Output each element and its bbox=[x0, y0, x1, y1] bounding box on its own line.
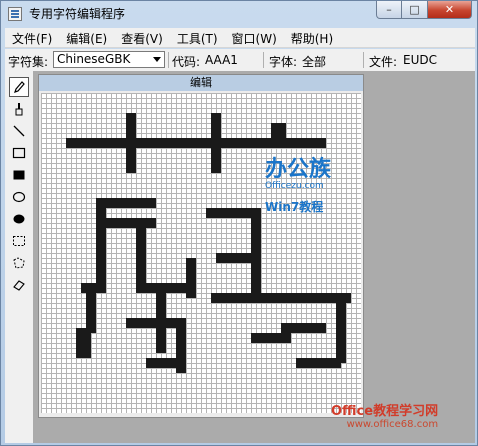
eraser-icon bbox=[13, 280, 25, 291]
freeform-select-icon bbox=[13, 257, 25, 269]
charset-label: 字符集: bbox=[8, 55, 49, 69]
file-value: EUDC bbox=[403, 53, 437, 67]
divider bbox=[363, 52, 364, 68]
brush-tool[interactable] bbox=[9, 99, 29, 119]
rectangular-select-tool[interactable] bbox=[9, 231, 29, 251]
watermark-footer-url: www.office68.com bbox=[346, 419, 439, 430]
code-label: 代码: bbox=[172, 55, 201, 69]
app-window: 专用字符编辑程序 – □ ✕ 文件(F) 编辑(E) 查看(V) 工具(T) 窗… bbox=[0, 0, 478, 446]
font-value: 全部 bbox=[302, 55, 327, 69]
menu-help[interactable]: 帮助(H) bbox=[284, 28, 340, 47]
menu-bar: 文件(F) 编辑(E) 查看(V) 工具(T) 窗口(W) 帮助(H) bbox=[5, 28, 475, 48]
client-area: 编辑 bbox=[5, 71, 475, 443]
glyph-pixels bbox=[66, 113, 351, 373]
divider bbox=[263, 52, 264, 68]
pencil-tool[interactable] bbox=[9, 77, 29, 97]
pencil-icon bbox=[14, 81, 25, 93]
glyph-edit-grid[interactable] bbox=[41, 93, 361, 413]
hollow-ellipse-tool[interactable] bbox=[9, 187, 29, 207]
file-label: 文件: bbox=[369, 55, 398, 69]
window-title: 专用字符编辑程序 bbox=[29, 7, 126, 21]
freeform-select-tool[interactable] bbox=[9, 253, 29, 273]
watermark-footer-text: Office教程学习网 bbox=[331, 404, 439, 419]
watermark-logo-sub: Officezu.com bbox=[265, 181, 324, 191]
menu-tools[interactable]: 工具(T) bbox=[170, 28, 225, 47]
maximize-button[interactable]: □ bbox=[402, 1, 428, 19]
title-bar[interactable]: 专用字符编辑程序 – □ ✕ bbox=[1, 1, 477, 27]
filled-ellipse-icon bbox=[13, 214, 25, 224]
menu-edit[interactable]: 编辑(E) bbox=[59, 28, 114, 47]
glyph-strokes bbox=[66, 113, 351, 373]
line-tool[interactable] bbox=[9, 121, 29, 141]
rectangular-select-icon bbox=[13, 236, 25, 246]
filled-rectangle-tool[interactable] bbox=[9, 165, 29, 185]
hollow-ellipse-icon bbox=[12, 191, 26, 203]
watermark-logo: 办公族 Officezu.com Win7教程 bbox=[265, 159, 331, 215]
edit-window-title[interactable]: 编辑 bbox=[39, 75, 363, 91]
charset-select[interactable]: ChineseGBK bbox=[53, 51, 165, 68]
watermark-footer: Office教程学习网 www.office68.com bbox=[331, 404, 438, 431]
caption-buttons: – □ ✕ bbox=[376, 1, 472, 20]
menu-file[interactable]: 文件(F) bbox=[5, 28, 59, 47]
charset-value: ChineseGBK bbox=[57, 52, 131, 66]
hollow-rectangle-tool[interactable] bbox=[9, 143, 29, 163]
line-icon bbox=[13, 125, 25, 137]
watermark-logo-sub2: Win7教程 bbox=[265, 200, 324, 214]
close-button[interactable]: ✕ bbox=[428, 1, 472, 19]
chevron-down-icon bbox=[153, 57, 161, 62]
eraser-tool[interactable] bbox=[9, 275, 29, 295]
minimize-button[interactable]: – bbox=[376, 1, 402, 19]
hollow-rectangle-icon bbox=[12, 147, 26, 159]
app-icon bbox=[8, 7, 22, 21]
divider bbox=[168, 52, 169, 68]
filled-rectangle-icon bbox=[13, 170, 25, 180]
brush-icon bbox=[15, 103, 23, 116]
toolbox bbox=[5, 71, 33, 443]
font-label: 字体: bbox=[269, 55, 298, 69]
watermark-logo-text: 办公族 bbox=[265, 157, 332, 182]
edit-window: 编辑 bbox=[38, 74, 364, 418]
menu-window[interactable]: 窗口(W) bbox=[225, 28, 284, 47]
filled-ellipse-tool[interactable] bbox=[9, 209, 29, 229]
info-bar: 字符集: ChineseGBK 代码: AAA1 字体: 全部 文件: EUDC bbox=[5, 49, 475, 71]
menu-view[interactable]: 查看(V) bbox=[114, 28, 170, 47]
code-value: AAA1 bbox=[205, 53, 238, 67]
